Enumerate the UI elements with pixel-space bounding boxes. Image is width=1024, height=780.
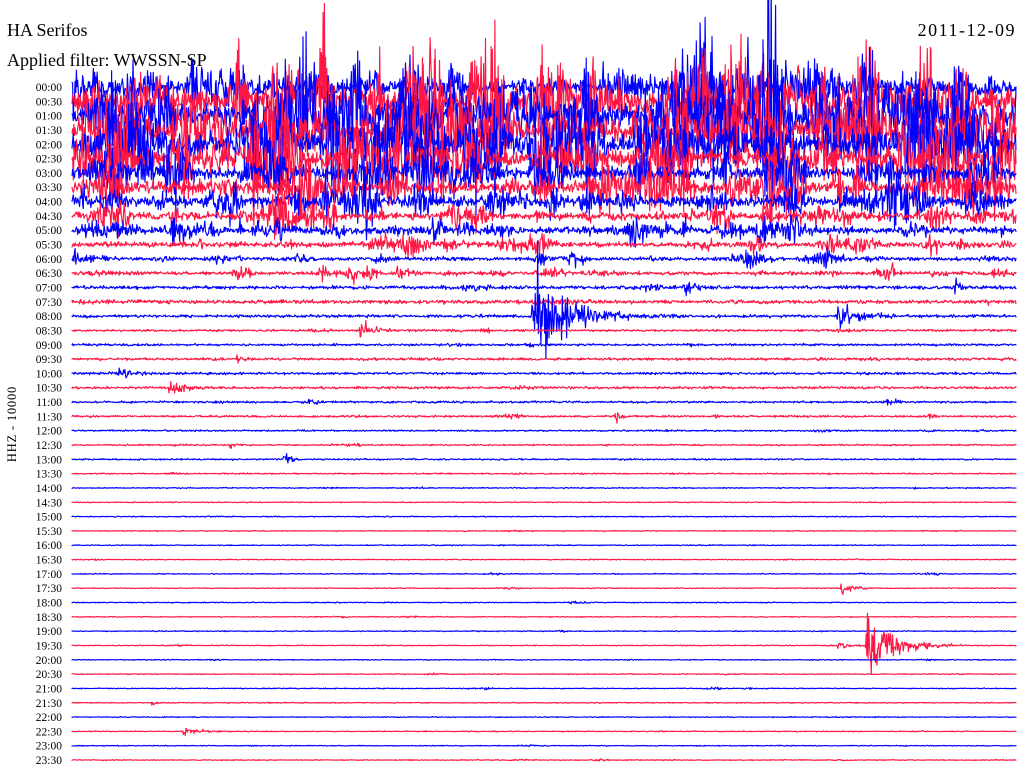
time-label-17-00: 17:00 xyxy=(36,569,62,581)
time-label-12-00: 12:00 xyxy=(36,426,62,438)
time-label-23-30: 23:30 xyxy=(36,755,62,767)
time-label-13-00: 13:00 xyxy=(36,454,62,466)
time-label-02-30: 02:30 xyxy=(36,154,62,166)
time-label-04-00: 04:00 xyxy=(36,197,62,209)
time-label-04-30: 04:30 xyxy=(36,211,62,223)
time-label-10-00: 10:00 xyxy=(36,368,62,380)
station-title: HA Serifos xyxy=(7,20,88,40)
time-label-19-00: 19:00 xyxy=(36,626,62,638)
time-label-22-00: 22:00 xyxy=(36,712,62,724)
time-label-02-00: 02:00 xyxy=(36,139,62,151)
time-label-11-30: 11:30 xyxy=(36,411,62,423)
time-label-06-30: 06:30 xyxy=(36,268,62,280)
time-label-17-30: 17:30 xyxy=(36,583,62,595)
time-label-07-30: 07:30 xyxy=(36,297,62,309)
time-label-05-30: 05:30 xyxy=(36,240,62,252)
time-label-15-00: 15:00 xyxy=(36,512,62,524)
time-label-18-00: 18:00 xyxy=(36,598,62,610)
time-label-00-30: 00:30 xyxy=(36,96,62,108)
time-label-18-30: 18:30 xyxy=(36,612,62,624)
time-label-01-30: 01:30 xyxy=(36,125,62,137)
time-label-20-30: 20:30 xyxy=(36,669,62,681)
time-label-09-00: 09:00 xyxy=(36,340,62,352)
time-label-10-30: 10:30 xyxy=(36,383,62,395)
time-label-05-00: 05:00 xyxy=(36,225,62,237)
time-label-13-30: 13:30 xyxy=(36,469,62,481)
time-label-21-00: 21:00 xyxy=(36,683,62,695)
time-label-03-00: 03:00 xyxy=(36,168,62,180)
time-label-14-30: 14:30 xyxy=(36,497,62,509)
time-label-01-00: 01:00 xyxy=(36,111,62,123)
filter-label: Applied filter: WWSSN-SP xyxy=(7,50,207,70)
time-label-20-00: 20:00 xyxy=(36,655,62,667)
time-label-12-30: 12:30 xyxy=(36,440,62,452)
time-label-19-30: 19:30 xyxy=(36,641,62,653)
time-label-16-30: 16:30 xyxy=(36,555,62,567)
time-label-16-00: 16:00 xyxy=(36,540,62,552)
time-label-22-30: 22:30 xyxy=(36,726,62,738)
time-label-03-30: 03:30 xyxy=(36,182,62,194)
time-label-11-00: 11:00 xyxy=(36,397,62,409)
plot-date: 2011-12-09 xyxy=(918,20,1016,40)
trace-15-00 xyxy=(71,515,1017,518)
time-label-14-00: 14:00 xyxy=(36,483,62,495)
time-label-08-00: 08:00 xyxy=(36,311,62,323)
time-label-15-30: 15:30 xyxy=(36,526,62,538)
time-label-07-00: 07:00 xyxy=(36,283,62,295)
y-axis-label: HHZ - 10000 xyxy=(5,386,19,462)
time-label-09-30: 09:30 xyxy=(36,354,62,366)
time-label-08-30: 08:30 xyxy=(36,325,62,337)
time-label-00-00: 00:00 xyxy=(36,82,62,94)
helicorder-chart: HA Serifos 2011-12-09 Applied filter: WW… xyxy=(0,0,1024,780)
time-label-06-00: 06:00 xyxy=(36,254,62,266)
time-label-23-00: 23:00 xyxy=(36,741,62,753)
time-label-21-30: 21:30 xyxy=(36,698,62,710)
